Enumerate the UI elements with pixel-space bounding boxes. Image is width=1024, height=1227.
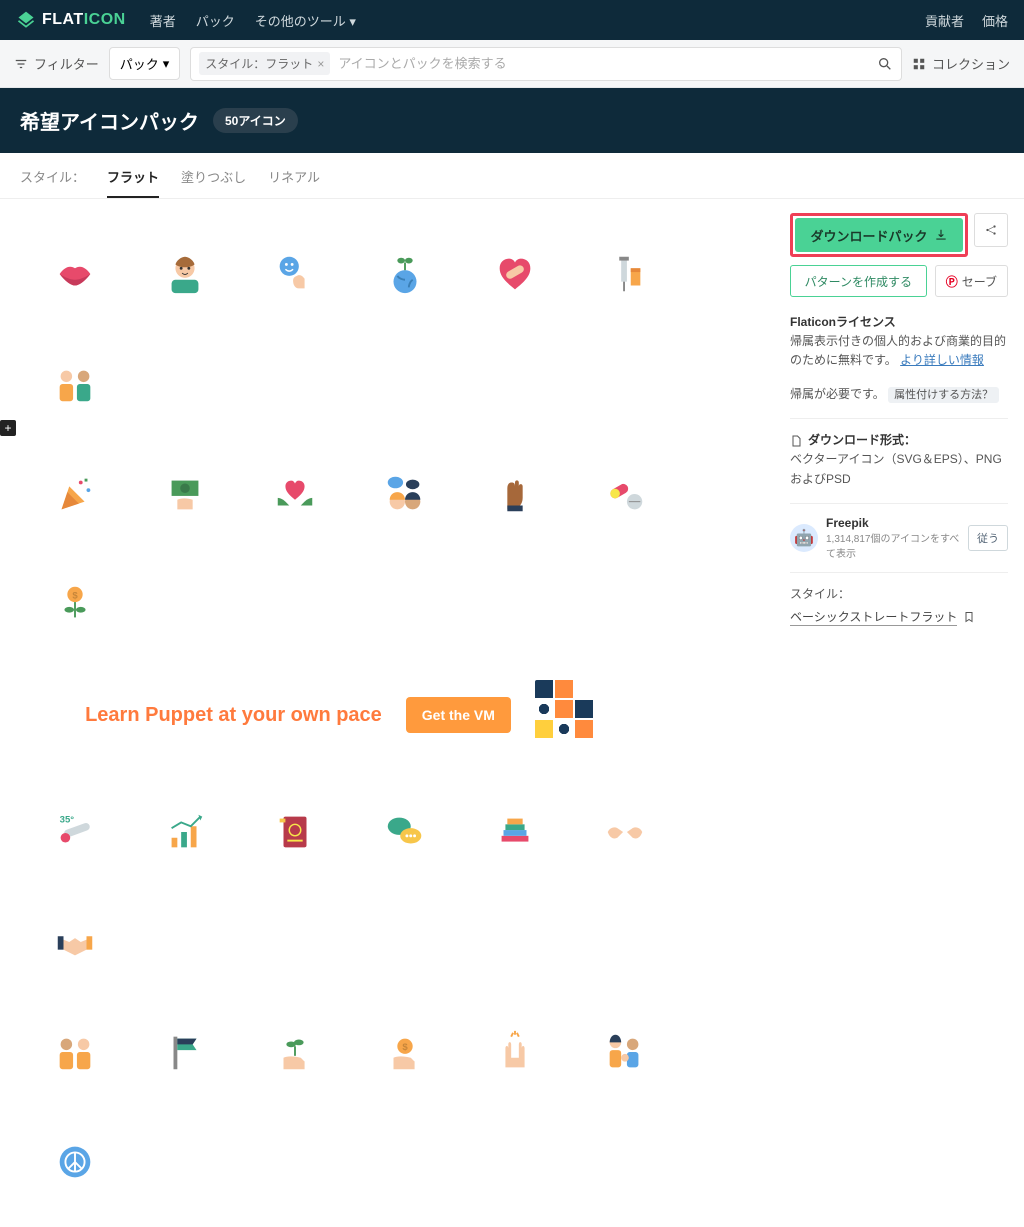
author-icon-count[interactable]: 1,314,817個のアイコンをすべて表示 [826, 530, 960, 560]
pinterest-icon: Ⓟ [946, 273, 958, 290]
attribution-how-link[interactable]: 属性付けする方法？ [888, 387, 999, 403]
search-box: スタイル：フラット × [190, 47, 902, 81]
collection-button[interactable]: コレクション [912, 54, 1010, 73]
icon-chat-bubbles[interactable] [350, 777, 460, 887]
more-info-link[interactable]: より詳しい情報 [900, 353, 984, 367]
ad-graphic [535, 680, 615, 750]
icon-flag[interactable] [130, 997, 240, 1107]
search-input[interactable] [338, 56, 869, 71]
attribution-block: 帰属が必要です。 属性付けする方法？ [790, 385, 1008, 405]
icon-family[interactable] [570, 997, 680, 1107]
icon-handshake[interactable] [20, 887, 130, 997]
sidebar: ダウンロードパック パターンを作成する Ⓟ セーブ Flaticonライセンス … [774, 199, 1024, 1227]
icon-passport[interactable] [240, 777, 350, 887]
svg-text:$: $ [402, 1042, 408, 1053]
filter-icon [14, 57, 28, 71]
filter-button[interactable]: フィルター [14, 54, 99, 73]
icon-lips[interactable] [20, 219, 130, 329]
close-icon[interactable]: × [317, 57, 324, 71]
style-row: スタイル： ベーシックストレートフラット [790, 585, 1008, 626]
icon-syringe[interactable] [570, 219, 680, 329]
icon-books[interactable] [460, 777, 570, 887]
grid-icon [912, 57, 926, 71]
search-chip-style[interactable]: スタイル：フラット × [199, 52, 330, 75]
icon-thermometer[interactable]: 35° [20, 777, 130, 887]
tab-fill[interactable]: 塗りつぶし [181, 167, 246, 198]
icon-sprout-globe[interactable] [350, 219, 460, 329]
icon-couple2[interactable] [20, 997, 130, 1107]
icon-coin-flower[interactable]: $ [20, 549, 130, 659]
icon-fist-bump[interactable] [570, 777, 680, 887]
tabs-label: スタイル： [20, 167, 85, 198]
author-name[interactable]: Freepik [826, 516, 960, 530]
download-icon [934, 228, 948, 242]
logo[interactable]: FLATICON [16, 10, 126, 30]
title-bar: 希望アイコンパック 50アイコン [0, 88, 1024, 153]
tab-flat[interactable]: フラット [107, 167, 159, 198]
icon-confetti[interactable] [20, 439, 130, 549]
icon-faces-speech[interactable] [350, 439, 460, 549]
follow-button[interactable]: 従う [968, 525, 1008, 551]
style-tabs: スタイル： フラット 塗りつぶし リネアル [0, 153, 1024, 199]
icon-hand-plant[interactable] [240, 997, 350, 1107]
icon-hands-heart[interactable] [240, 439, 350, 549]
icon-emoji-wave[interactable] [240, 219, 350, 329]
add-floating-button[interactable]: + [0, 420, 16, 436]
svg-text:35°: 35° [60, 814, 75, 825]
nav-other-tools[interactable]: その他のツール ▾ [255, 11, 356, 30]
ad-banner[interactable]: Learn Puppet at your own pace Get the VM [20, 665, 680, 765]
top-nav: FLATICON 著者 パック その他のツール ▾ 貢献者 価格 [0, 0, 1024, 40]
icon-heart-bandage[interactable] [460, 219, 570, 329]
pack-dropdown[interactable]: パック ▾ [109, 47, 181, 80]
search-row: フィルター パック ▾ スタイル：フラット × コレクション [0, 40, 1024, 88]
download-pack-button[interactable]: ダウンロードパック [795, 218, 963, 252]
create-pattern-button[interactable]: パターンを作成する [790, 265, 927, 297]
share-icon [984, 223, 998, 237]
icon-hand-coin[interactable]: $ [350, 997, 460, 1107]
file-icon [790, 435, 802, 447]
page-title: 希望アイコンパック [20, 106, 199, 135]
svg-text:$: $ [72, 590, 78, 601]
tab-lineal[interactable]: リネアル [268, 167, 320, 198]
icon-pills[interactable] [570, 439, 680, 549]
nav-contributors[interactable]: 貢献者 [925, 11, 964, 30]
icon-boy[interactable] [130, 219, 240, 329]
icon-cash-hand[interactable] [130, 439, 240, 549]
author-avatar[interactable]: 🤖 [790, 524, 818, 552]
nav-packs[interactable]: パック [196, 11, 235, 30]
pinterest-save-button[interactable]: Ⓟ セーブ [935, 265, 1008, 297]
ad-cta-button[interactable]: Get the VM [406, 697, 511, 733]
icon-high-five[interactable] [460, 997, 570, 1107]
nav-authors[interactable]: 著者 [150, 11, 176, 30]
nav-pricing[interactable]: 価格 [982, 11, 1008, 30]
style-link[interactable]: ベーシックストレートフラット [790, 608, 957, 626]
license-block: Flaticonライセンス 帰属表示付きの個人的および商業的目的のために無料です… [790, 313, 1008, 371]
author-row: 🤖 Freepik 1,314,817個のアイコンをすべて表示 従う [790, 516, 1008, 560]
logo-icon [16, 10, 36, 30]
icon-peace-globe[interactable] [20, 1107, 130, 1217]
icon-fist-raised[interactable] [460, 439, 570, 549]
icon-couple[interactable] [20, 329, 130, 439]
icon-bar-growth[interactable] [130, 777, 240, 887]
icon-count-badge: 50アイコン [213, 108, 298, 133]
search-icon[interactable] [877, 56, 893, 72]
format-block: ダウンロード形式： ベクターアイコン（SVG＆EPS）、PNGおよびPSD [790, 431, 1008, 489]
icon-grid-area: $ Learn Puppet at your own pace Get the … [0, 199, 774, 1227]
chevron-down-icon: ▾ [163, 56, 170, 72]
nav-links: 著者 パック その他のツール ▾ [150, 11, 356, 30]
share-button[interactable] [974, 213, 1008, 247]
ad-headline: Learn Puppet at your own pace [85, 704, 382, 727]
bookmark-icon[interactable] [963, 611, 975, 623]
